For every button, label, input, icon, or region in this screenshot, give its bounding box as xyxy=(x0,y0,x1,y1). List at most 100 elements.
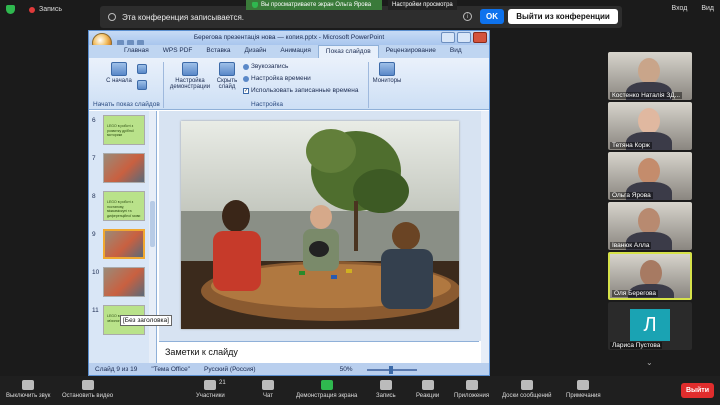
top-right-controls: Вход Вид xyxy=(671,5,714,12)
video-label: Остановить видео xyxy=(62,393,114,399)
thumbnail-number: 8 xyxy=(92,193,96,200)
monitors-label: Мониторы xyxy=(372,78,402,84)
slide-scrollbar[interactable] xyxy=(481,111,489,363)
leave-meeting-button[interactable]: Выйти из конференции xyxy=(508,9,618,24)
from-start-button[interactable]: С начала xyxy=(105,62,133,84)
video-camera-icon xyxy=(81,380,94,390)
participant-tile[interactable]: Ольга Ярова xyxy=(608,152,692,200)
use-timings-checkbox[interactable]: ✓ Использовать записанные времена xyxy=(243,87,359,94)
chat-label: Чат xyxy=(263,393,273,399)
setup-show-icon xyxy=(182,62,198,76)
notes-label: Примечания xyxy=(566,393,601,399)
current-slide-photo[interactable] xyxy=(181,121,459,329)
zoom-slider[interactable] xyxy=(366,365,417,374)
participant-name: Костенко Наталія ЗД... xyxy=(610,92,683,99)
apps-label: Приложения xyxy=(454,393,490,399)
participant-tile[interactable]: Тетяна Корж xyxy=(608,102,692,150)
thumbnail-text: LEGO в роботі з постанову, міжкаміскуні … xyxy=(107,200,141,218)
security-indicator: Запись xyxy=(6,5,62,14)
participant-tile[interactable]: Л Лариса Пустова xyxy=(608,302,692,350)
microphone-icon xyxy=(243,63,249,70)
participant-video-face xyxy=(638,58,660,84)
monitor-icon xyxy=(379,62,395,76)
hide-slide-button[interactable]: Скрыть слайд xyxy=(213,62,241,90)
reactions-button[interactable]: Реакции xyxy=(416,380,439,399)
whiteboard-icon xyxy=(520,380,533,390)
chevron-down-icon[interactable]: ⌄ xyxy=(646,358,658,367)
participant-video-face xyxy=(640,260,662,286)
share-screen-icon xyxy=(320,380,333,390)
view-options-button[interactable]: Настройки просмотра xyxy=(388,0,457,10)
group-start-label: Начать показ слайдов xyxy=(93,101,160,108)
slide-thumbnail[interactable]: LEGO в роботі з постанову, міжкаміскуні … xyxy=(103,191,145,221)
ok-button[interactable]: OK xyxy=(480,9,504,24)
slide-thumbnail[interactable]: LEGO в роботі з розвитку дрібної моторик… xyxy=(103,115,145,145)
scroll-thumb[interactable] xyxy=(150,201,155,247)
slide-counter: Слайд 9 из 19 xyxy=(95,366,138,373)
participant-tile[interactable]: Костенко Наталія ЗД... xyxy=(608,52,692,100)
custom-show-icon[interactable] xyxy=(137,80,147,90)
group-setup-label: Настройка xyxy=(251,101,283,108)
info-icon[interactable]: i xyxy=(463,12,472,21)
language[interactable]: Русский (Россия) xyxy=(204,366,256,373)
thumbnail-number: 9 xyxy=(92,231,96,238)
slide-thumbnail[interactable] xyxy=(103,229,145,259)
close-icon[interactable] xyxy=(473,32,487,43)
slideshow-icon xyxy=(111,62,127,76)
monitors-button[interactable]: Мониторы xyxy=(370,62,404,84)
participant-name: Ольга Ярова xyxy=(610,192,653,199)
slide-thumbnail[interactable] xyxy=(103,267,145,297)
share-screen-button[interactable]: Демонстрация экрана xyxy=(296,380,357,399)
view-menu[interactable]: Вид xyxy=(701,5,714,12)
record-narration-label: Звукозапись xyxy=(251,63,289,70)
chat-button[interactable]: Чат xyxy=(262,380,274,399)
tab-3[interactable]: Дизайн xyxy=(238,45,274,58)
maximize-icon[interactable] xyxy=(457,32,471,43)
quick-access-toolbar xyxy=(117,34,165,47)
tab-7[interactable]: Вид xyxy=(443,45,469,58)
whiteboards-button[interactable]: Доски сообщений xyxy=(502,380,552,399)
tab-0[interactable]: Главная xyxy=(117,45,156,58)
end-meeting-button[interactable]: Выйти xyxy=(681,383,714,398)
ribbon-tabs: Главная WPS PDF Вставка Дизайн Анимация Показ… xyxy=(89,45,489,58)
record-button[interactable]: Запись xyxy=(376,380,396,399)
participant-name: Іванюк Алла xyxy=(610,242,652,249)
record-status-label: Запись xyxy=(39,6,62,13)
apps-button[interactable]: Приложения xyxy=(454,380,489,399)
reactions-label: Реакции xyxy=(416,393,440,399)
record-narration-button[interactable]: Звукозапись xyxy=(243,63,288,70)
slide-notes-field[interactable]: Заметки к слайду xyxy=(159,341,479,363)
tab-4[interactable]: Анимация xyxy=(273,45,318,58)
tab-6[interactable]: Рецензирование xyxy=(379,45,443,58)
tab-5[interactable]: Показ слайдов xyxy=(317,45,379,58)
thumbnail-number: 10 xyxy=(92,269,100,276)
from-current-icon[interactable] xyxy=(137,64,147,74)
minimize-icon[interactable] xyxy=(441,32,455,43)
zoom-level[interactable]: 50% xyxy=(340,366,353,373)
thumbnail-tooltip: [Без заголовка] xyxy=(120,315,172,326)
from-start-label: С начала xyxy=(106,78,132,84)
status-bar: Слайд 9 из 19 "Тема Office" Русский (Рос… xyxy=(89,363,489,375)
participant-video-face xyxy=(638,208,660,234)
participant-name: Лариса Пустова xyxy=(610,342,663,349)
recording-notice-text: Эта конференция записывается. xyxy=(122,12,244,22)
stop-video-button[interactable]: Остановить видео xyxy=(62,380,113,399)
ribbon: С начала Начать показ слайдов Настройка … xyxy=(89,58,489,110)
tab-2[interactable]: Вставка xyxy=(199,45,237,58)
participant-video-face xyxy=(638,158,660,184)
children-playing-lego-image xyxy=(181,121,459,329)
notes-button[interactable]: Примечания xyxy=(566,380,601,399)
setup-show-button[interactable]: Настройка демонстрации xyxy=(167,62,213,90)
slide-thumbnail[interactable] xyxy=(103,153,145,183)
participant-tile[interactable]: Оля Берегова xyxy=(608,252,692,300)
thumbnail-number: 7 xyxy=(92,155,96,162)
screen-share-text: Вы просматриваете экран Ольга Ярова xyxy=(261,2,372,8)
participant-name: Оля Берегова xyxy=(612,290,659,297)
rehearse-timings-button[interactable]: Настройка времени xyxy=(243,75,311,82)
mute-button[interactable]: Выключить звук xyxy=(6,380,50,399)
enter-label[interactable]: Вход xyxy=(671,5,687,12)
checkbox-checked-icon: ✓ xyxy=(243,87,249,94)
tab-1[interactable]: WPS PDF xyxy=(156,45,200,58)
setup-show-label: Настройка демонстрации xyxy=(169,78,211,90)
participant-tile[interactable]: Іванюк Алла xyxy=(608,202,692,250)
